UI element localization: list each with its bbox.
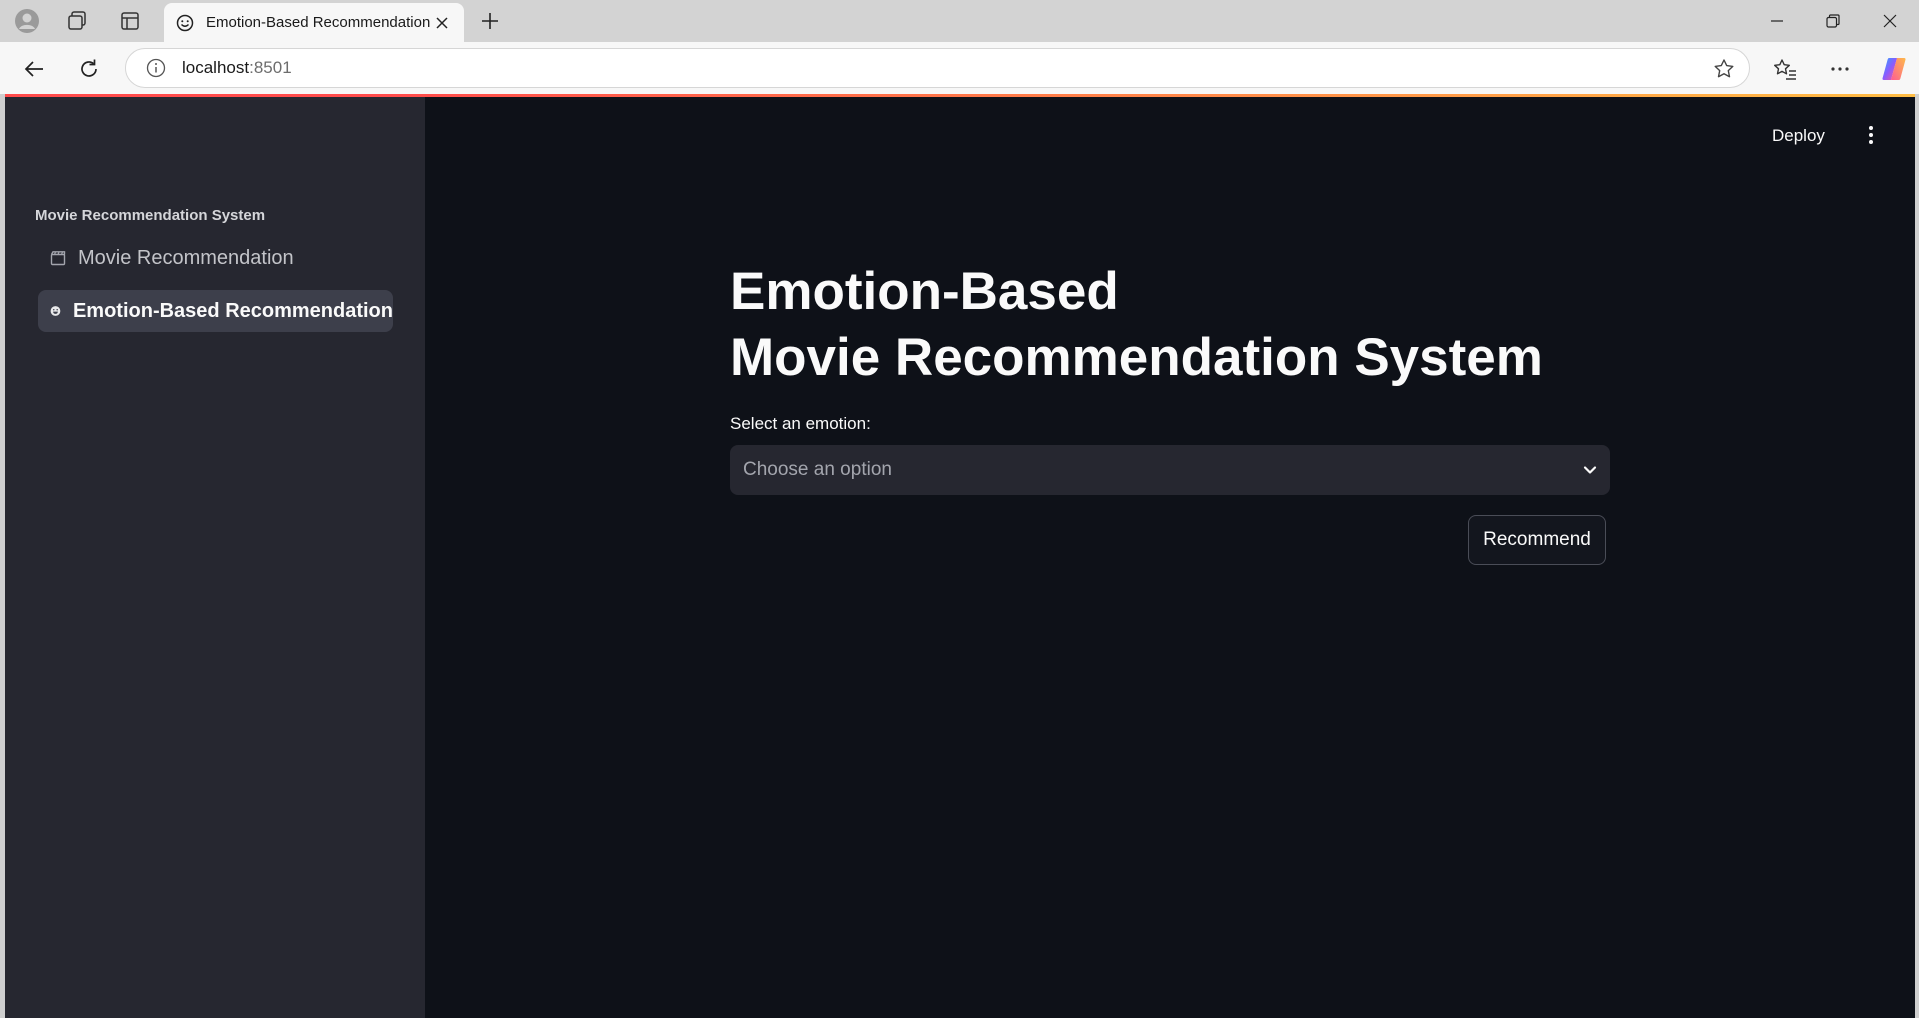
smiley-icon bbox=[50, 306, 61, 316]
ellipsis-icon bbox=[1831, 67, 1849, 71]
sidebar-heading: Movie Recommendation System bbox=[35, 207, 266, 224]
copilot-icon bbox=[1882, 58, 1906, 80]
address-bar[interactable]: localhost:8501 bbox=[125, 48, 1750, 88]
clapperboard-icon bbox=[50, 251, 66, 266]
emotion-select-label: Select an emotion: bbox=[730, 414, 871, 433]
sidebar-item-label: Movie Recommendation bbox=[78, 246, 294, 269]
back-button[interactable] bbox=[17, 52, 51, 86]
favorites-list-icon bbox=[1774, 59, 1796, 80]
app-viewport: Movie Recommendation System Movie Recomm… bbox=[5, 94, 1915, 1018]
recommend-button[interactable]: Recommend bbox=[1468, 515, 1606, 565]
collections-icon bbox=[68, 11, 86, 30]
chevron-down-icon[interactable] bbox=[1570, 465, 1610, 475]
new-tab-button[interactable] bbox=[474, 6, 506, 36]
emotion-select[interactable]: Choose an option bbox=[730, 445, 1610, 495]
browser-toolbar: localhost:8501 bbox=[0, 42, 1919, 94]
plus-icon bbox=[482, 13, 498, 29]
site-info-icon[interactable] bbox=[146, 58, 166, 78]
sidebar-item-label: Emotion-Based Recommendation bbox=[72, 299, 393, 322]
favorites-button[interactable] bbox=[1768, 52, 1802, 86]
main-menu-button[interactable] bbox=[1859, 122, 1883, 148]
more-menu-button[interactable] bbox=[1823, 52, 1857, 86]
page-title-line-2: Movie Recommendation System bbox=[730, 328, 1543, 387]
profile-icon bbox=[15, 9, 39, 33]
close-window-button[interactable] bbox=[1862, 0, 1918, 42]
browser-tab-bar: Emotion-Based Recommendation bbox=[0, 0, 1919, 42]
minimize-button[interactable] bbox=[1749, 0, 1805, 42]
tab-actions-button[interactable] bbox=[114, 6, 146, 36]
sidebar: Movie Recommendation System Movie Recomm… bbox=[5, 97, 425, 1018]
refresh-button[interactable] bbox=[72, 52, 106, 86]
page-title: Emotion-Based Movie Recommendation Syste… bbox=[730, 259, 1630, 391]
restore-button[interactable] bbox=[1805, 0, 1861, 42]
favorite-star-icon[interactable] bbox=[1713, 58, 1735, 80]
smiley-favicon-icon bbox=[176, 14, 194, 31]
minimize-icon bbox=[1771, 20, 1783, 22]
emotion-select-placeholder: Choose an option bbox=[743, 459, 892, 480]
vertical-tabs-icon bbox=[121, 12, 139, 30]
restore-icon bbox=[1826, 14, 1840, 28]
address-host: localhost bbox=[182, 58, 250, 77]
close-window-icon bbox=[1883, 14, 1897, 28]
back-arrow-icon bbox=[24, 61, 43, 77]
close-icon bbox=[436, 16, 448, 29]
refresh-icon bbox=[81, 59, 97, 77]
tab-close-button[interactable] bbox=[432, 13, 452, 33]
deploy-button[interactable]: Deploy bbox=[1772, 126, 1825, 146]
copilot-button[interactable] bbox=[1877, 52, 1911, 86]
sidebar-item-movie-recommendation[interactable]: Movie Recommendation bbox=[38, 237, 393, 279]
tab-title: Emotion-Based Recommendation bbox=[206, 14, 431, 31]
browser-tab-active[interactable]: Emotion-Based Recommendation bbox=[164, 3, 464, 42]
vertical-ellipsis-icon bbox=[1869, 126, 1873, 144]
sidebar-item-emotion-based-recommendation[interactable]: Emotion-Based Recommendation bbox=[38, 290, 393, 332]
profile-button[interactable] bbox=[11, 6, 43, 36]
collections-button[interactable] bbox=[61, 6, 93, 36]
address-port: :8501 bbox=[249, 58, 292, 77]
page-title-line-1: Emotion-Based bbox=[730, 262, 1119, 321]
